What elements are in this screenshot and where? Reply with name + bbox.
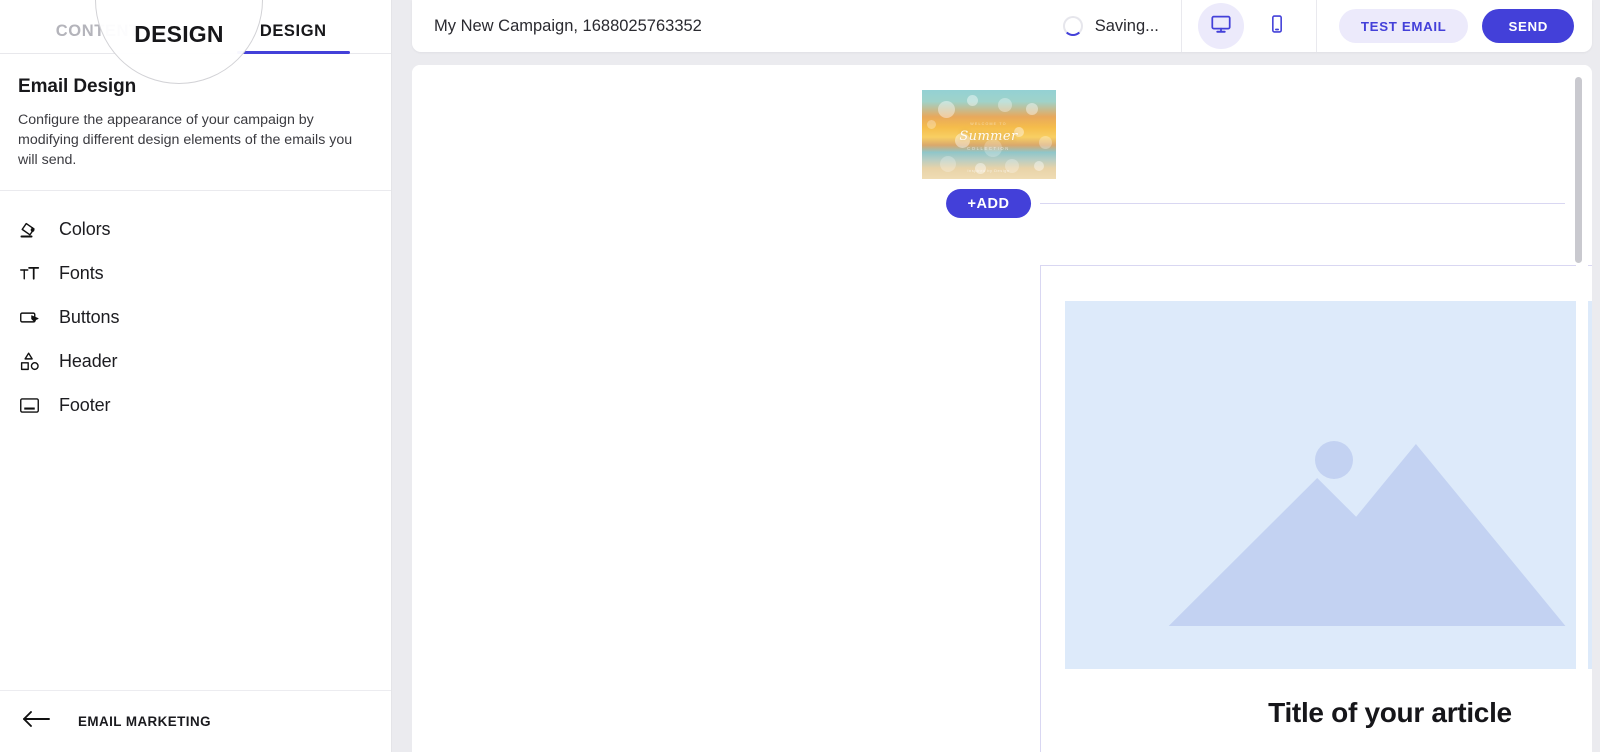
tab-design-label: DESIGN bbox=[259, 22, 327, 40]
device-mobile-button[interactable] bbox=[1254, 3, 1300, 49]
monitor-icon bbox=[1210, 13, 1232, 40]
add-block-row: +ADD bbox=[412, 189, 1565, 219]
article-title[interactable]: Title of your article bbox=[1041, 697, 1592, 729]
paint-bucket-icon bbox=[18, 218, 40, 240]
sidebar-item-fonts-label: Fonts bbox=[59, 262, 104, 283]
hero-title: Summer bbox=[959, 129, 1018, 145]
sidebar-tabs: CONTENT DESIGN bbox=[0, 0, 391, 54]
editor-main: My New Campaign, 1688025763352 Saving... bbox=[392, 0, 1600, 752]
back-to-email-marketing[interactable]: EMAIL MARKETING bbox=[0, 690, 391, 752]
email-preview-canvas: WELCOME TO Summer COLLECTION Inspired by… bbox=[412, 65, 1592, 752]
header-hero-image[interactable]: WELCOME TO Summer COLLECTION Inspired by… bbox=[921, 90, 1056, 179]
back-label: EMAIL MARKETING bbox=[78, 714, 211, 729]
hero-top-text: WELCOME TO bbox=[970, 122, 1007, 127]
campaign-name-field[interactable]: My New Campaign, 1688025763352 bbox=[412, 17, 1053, 36]
email-campaign-editor: CONTENT DESIGN Email Design Configure th… bbox=[0, 0, 1600, 752]
hero-sub-text: COLLECTION bbox=[967, 146, 1010, 152]
loading-spinner-icon bbox=[1062, 16, 1083, 36]
editor-topbar: My New Campaign, 1688025763352 Saving... bbox=[412, 0, 1592, 52]
preview-scrollbar-track[interactable] bbox=[1575, 65, 1588, 752]
shapes-icon bbox=[18, 350, 40, 372]
preview-scrollbar-thumb[interactable] bbox=[1575, 77, 1582, 263]
email-header-image-row: WELCOME TO Summer COLLECTION Inspired by… bbox=[412, 65, 1565, 179]
page-title: Email Design bbox=[18, 76, 137, 97]
tab-content[interactable]: CONTENT bbox=[0, 22, 196, 53]
sidebar-item-fonts[interactable]: Fonts bbox=[0, 251, 391, 295]
sidebar-item-buttons-label: Buttons bbox=[59, 306, 120, 327]
sidebar-item-header[interactable]: Header bbox=[0, 339, 391, 383]
device-desktop-button[interactable] bbox=[1197, 3, 1244, 49]
email-document: WELCOME TO Summer COLLECTION Inspired by… bbox=[412, 65, 1592, 752]
panel-description: Configure the appearance of your campaig… bbox=[18, 112, 353, 168]
panel-header: Email Design Configure the appearance of… bbox=[0, 54, 391, 191]
footer-bar-icon bbox=[18, 394, 40, 416]
sidebar-item-footer[interactable]: Footer bbox=[0, 383, 391, 427]
button-icon bbox=[18, 306, 40, 328]
tab-content-label: CONTENT bbox=[55, 22, 140, 40]
font-size-icon bbox=[18, 262, 40, 284]
test-email-button[interactable]: TEST EMAIL bbox=[1338, 9, 1469, 43]
save-status-label: Saving... bbox=[1094, 16, 1159, 35]
sidebar-item-colors-label: Colors bbox=[59, 218, 111, 239]
add-block-button[interactable]: +ADD bbox=[945, 189, 1032, 218]
design-sidebar: CONTENT DESIGN Email Design Configure th… bbox=[0, 0, 392, 752]
sidebar-item-header-label: Header bbox=[59, 350, 118, 371]
hero-footer-text: Inspired by Design bbox=[967, 167, 1010, 173]
smartphone-icon bbox=[1267, 14, 1287, 39]
tab-design[interactable]: DESIGN bbox=[196, 22, 392, 54]
send-button[interactable]: SEND bbox=[1482, 9, 1574, 43]
sidebar-item-colors[interactable]: Colors bbox=[0, 207, 391, 251]
design-menu: Colors Fonts Buttons Header Footer bbox=[0, 191, 391, 427]
sidebar-item-footer-label: Footer bbox=[59, 394, 111, 415]
arrow-left-icon bbox=[22, 709, 52, 734]
sidebar-item-buttons[interactable]: Buttons bbox=[0, 295, 391, 339]
device-toggle-group bbox=[1182, 0, 1317, 52]
placeholder-mountains-shape bbox=[1168, 444, 1566, 626]
topbar-actions: TEST EMAIL SEND bbox=[1317, 9, 1592, 43]
email-content-block[interactable]: Title of your article Lorem ipsum dolor … bbox=[1040, 265, 1592, 752]
save-status: Saving... bbox=[1053, 0, 1182, 52]
add-divider-line bbox=[1040, 203, 1565, 204]
image-placeholder-icon[interactable] bbox=[1065, 301, 1592, 669]
